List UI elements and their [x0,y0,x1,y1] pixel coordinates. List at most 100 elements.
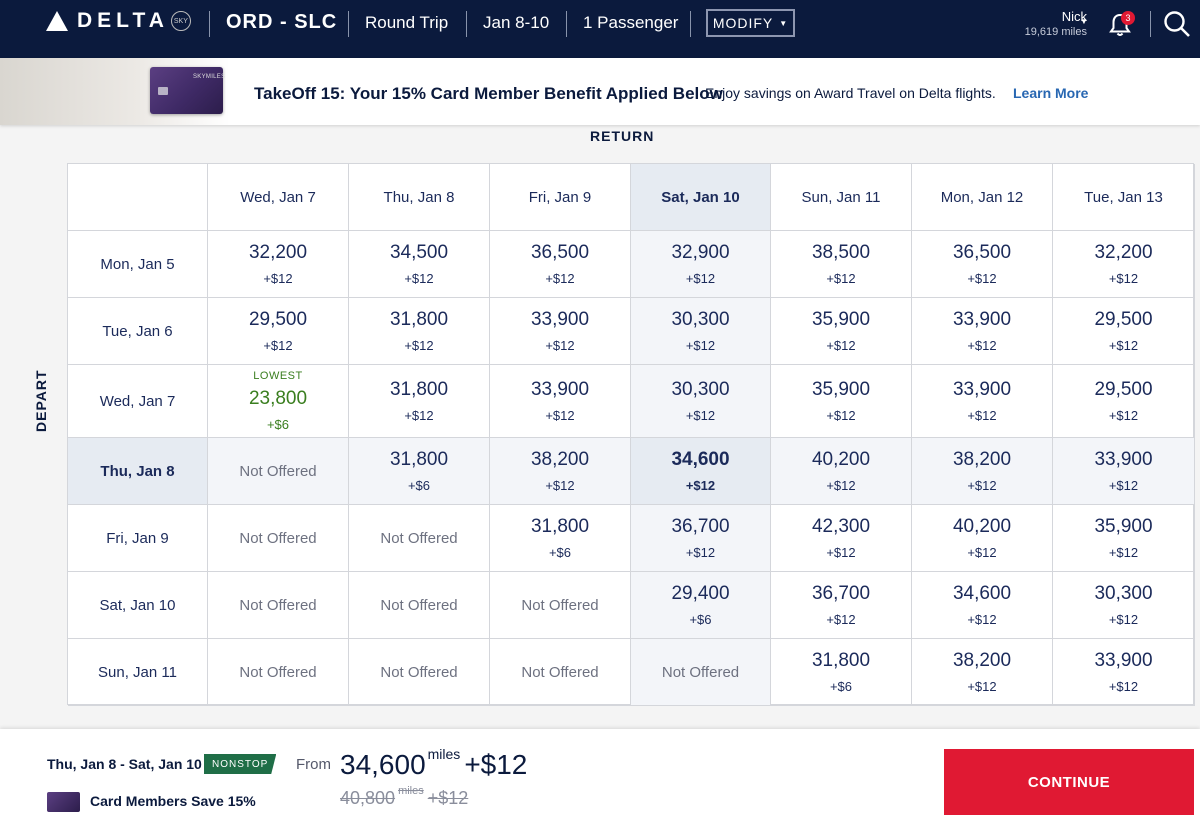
fare-cell[interactable]: 29,400 +$6 [631,572,771,639]
fare-cell[interactable]: 33,900 +$12 [490,298,631,365]
return-date-header[interactable]: Tue, Jan 13 [1053,164,1195,231]
fare-fee: +$12 [1108,545,1139,560]
fare-cell[interactable]: 35,900 +$12 [771,298,912,365]
continue-button[interactable]: CONTINUE [944,749,1194,815]
fare-cell[interactable]: 31,800 +$6 [771,639,912,706]
passenger-count[interactable]: 1 Passenger [583,13,678,33]
fare-cell[interactable]: 34,500 +$12 [349,231,490,298]
fare-cell[interactable]: 38,200 +$12 [490,438,631,505]
return-date-header[interactable]: Wed, Jan 7 [208,164,349,231]
fare-miles: 29,500 [1094,379,1153,400]
fare-fee: +$12 [826,478,856,493]
fare-cell-unavailable: Not Offered [490,639,631,706]
fare-miles: 33,900 [1094,650,1153,671]
fare-fee: +$12 [685,478,716,493]
return-date-header[interactable]: Mon, Jan 12 [912,164,1053,231]
fare-cell[interactable]: 30,300 +$12 [631,365,771,438]
fare-miles: 36,700 [811,583,871,604]
return-date-header[interactable]: Sun, Jan 11 [771,164,912,231]
fare-cell[interactable]: 40,200 +$12 [771,438,912,505]
fare-cell[interactable]: 32,200 +$12 [1053,231,1195,298]
user-miles: 19,619 miles [1024,26,1087,38]
fare-cell[interactable]: 33,900 +$12 [912,298,1053,365]
fare-fee: +$12 [967,545,997,560]
card-brand-label: SKYMILES [193,74,226,80]
fare-miles: 38,200 [952,449,1012,470]
fare-cell[interactable]: 42,300 +$12 [771,505,912,572]
fare-miles: 35,900 [1094,516,1153,537]
fare-cell[interactable]: 36,700 +$12 [771,572,912,639]
fare-cell[interactable]: 35,900 +$12 [771,365,912,438]
fare-cell[interactable]: 36,700 +$12 [631,505,771,572]
fare-fee: +$12 [1108,408,1139,423]
selection-summary-bar: Thu, Jan 8 - Sat, Jan 10 NONSTOP Card Me… [0,729,1200,829]
nonstop-badge: NONSTOP [204,754,277,774]
not-offered-label: Not Offered [239,462,317,480]
depart-date-header[interactable]: Sat, Jan 10 [68,572,208,639]
fare-miles: 38,500 [811,242,871,263]
not-offered-label: Not Offered [661,663,740,681]
fare-cell[interactable]: 32,200 +$12 [208,231,349,298]
fare-cell[interactable]: 33,900 +$12 [912,365,1053,438]
depart-date-header[interactable]: Mon, Jan 5 [68,231,208,298]
search-icon[interactable] [1163,10,1191,43]
fare-cell[interactable]: 35,900 +$12 [1053,505,1195,572]
fare-cell[interactable]: 38,200 +$12 [912,639,1053,706]
original-price: 40,800 miles +$12 [340,785,468,809]
fare-cell[interactable]: 32,900 +$12 [631,231,771,298]
fare-cell[interactable]: 34,600 +$12 [631,438,771,505]
trip-type[interactable]: Round Trip [365,13,448,33]
fare-cell[interactable]: 31,800 +$6 [490,505,631,572]
depart-date-header[interactable]: Sun, Jan 11 [68,639,208,706]
fare-cell[interactable]: LOWEST 23,800 +$6 [208,365,349,438]
route-display[interactable]: ORD - SLC [226,11,337,34]
depart-date-header[interactable]: Thu, Jan 8 [68,438,208,505]
modify-button[interactable]: MODIFY ▼ [706,9,795,37]
fare-fee: +$12 [826,545,856,560]
fare-cell[interactable]: 33,900 +$12 [490,365,631,438]
fare-miles: 34,600 [952,583,1012,604]
return-date-header[interactable]: Fri, Jan 9 [490,164,631,231]
trip-dates[interactable]: Jan 8-10 [483,13,549,33]
fare-cell[interactable]: 31,800 +$12 [349,365,490,438]
not-offered-label: Not Offered [239,529,317,547]
return-date-header[interactable]: Sat, Jan 10 [631,164,771,231]
depart-date-header[interactable]: Fri, Jan 9 [68,505,208,572]
nav-divider [348,11,349,37]
depart-date-header[interactable]: Wed, Jan 7 [68,365,208,438]
fare-cell[interactable]: 36,500 +$12 [912,231,1053,298]
fare-cell[interactable]: 33,900 +$12 [1053,438,1195,505]
fare-cell[interactable]: 31,800 +$6 [349,438,490,505]
depart-date-header[interactable]: Tue, Jan 6 [68,298,208,365]
miles-unit: miles [398,785,424,797]
fare-cell[interactable]: 29,500 +$12 [1053,365,1195,438]
fare-cell[interactable]: 29,500 +$12 [208,298,349,365]
fare-cell[interactable]: 38,200 +$12 [912,438,1053,505]
fare-cell[interactable]: 38,500 +$12 [771,231,912,298]
fare-cell[interactable]: 30,300 +$12 [1053,572,1195,639]
fare-cell[interactable]: 29,500 +$12 [1053,298,1195,365]
total-miles: 34,600 [340,749,426,780]
fare-miles: 33,900 [1094,449,1153,470]
fare-cell[interactable]: 33,900 +$12 [1053,639,1195,706]
chevron-down-icon[interactable]: ▼ [1080,17,1088,26]
return-date-header[interactable]: Thu, Jan 8 [349,164,490,231]
fare-cell[interactable]: 34,600 +$12 [912,572,1053,639]
fare-cell[interactable]: 36,500 +$12 [490,231,631,298]
fare-cell[interactable]: 31,800 +$12 [349,298,490,365]
fare-miles: 31,800 [811,650,871,671]
user-menu[interactable]: Nick 19,619 miles [1025,9,1087,38]
fare-fee: +$12 [685,408,716,423]
fare-miles: 30,300 [671,309,730,330]
fare-miles: 36,500 [530,242,590,263]
delta-logo[interactable]: DELTA SKY [46,9,191,33]
learn-more-link[interactable]: Learn More [1013,85,1088,101]
fare-miles: 33,900 [530,379,590,400]
fare-cell[interactable]: 30,300 +$12 [631,298,771,365]
fare-miles: 32,200 [1094,242,1153,263]
fare-fee: +$12 [1108,612,1139,627]
not-offered-label: Not Offered [380,596,458,614]
delta-widget-icon [46,11,68,31]
fare-miles: 34,500 [389,242,449,263]
fare-cell[interactable]: 40,200 +$12 [912,505,1053,572]
